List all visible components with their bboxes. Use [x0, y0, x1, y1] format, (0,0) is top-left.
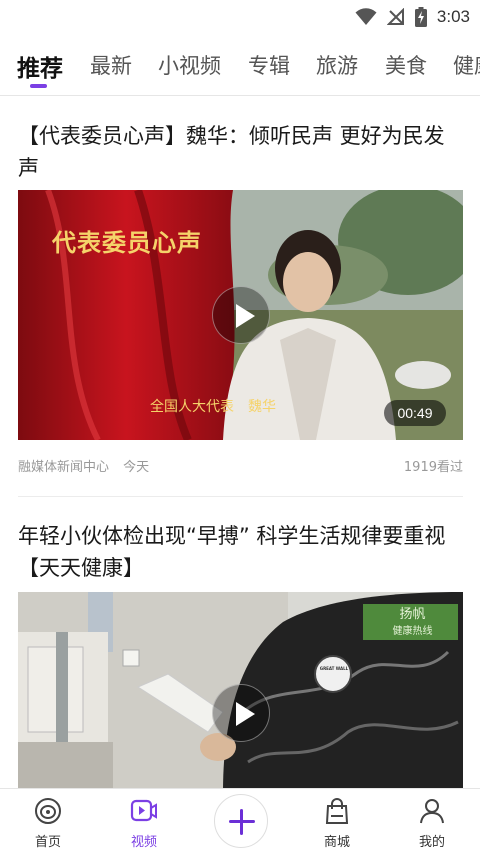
status-bar: 3:03	[0, 0, 480, 34]
category-tabs: 推荐 最新 小视频 专辑 旅游 美食 健康	[0, 40, 480, 92]
shopping-bag-icon	[325, 798, 349, 824]
tab-latest[interactable]: 最新	[90, 50, 132, 80]
video-source: 融媒体新闻中心	[18, 460, 110, 475]
home-icon	[35, 798, 61, 824]
tab-short-video[interactable]: 小视频	[158, 50, 221, 80]
video-feed[interactable]: 【代表委员心声】魏华：倾听民声 更好为民发声 代表委员心声 全国人大代表 魏华 …	[0, 96, 480, 788]
channel-logo: 扬帆 健康热线	[370, 607, 455, 640]
nav-label: 我的	[418, 835, 445, 850]
nav-label: 首页	[34, 835, 61, 850]
tab-food[interactable]: 美食	[385, 50, 427, 80]
play-button[interactable]	[212, 286, 270, 344]
overlay-heading: 代表委员心声	[52, 228, 202, 257]
video-title[interactable]: 年轻小伙体检出现“早搏” 科学生活规律要重视【天天健康】	[18, 520, 464, 584]
wifi-icon	[355, 8, 377, 25]
channel-logo-name: 扬帆	[399, 607, 426, 622]
nav-label: 视频	[130, 835, 157, 850]
nav-video[interactable]: 视频	[104, 789, 184, 853]
tab-health[interactable]: 健康	[453, 50, 480, 80]
nav-home[interactable]: 首页	[8, 789, 88, 853]
nav-mall[interactable]: 商城	[297, 789, 377, 853]
nav-label: 商城	[323, 835, 350, 850]
status-time: 3:03	[436, 7, 470, 26]
video-time: 今天	[123, 460, 150, 475]
video-meta: 融媒体新闻中心 今天 1919看过	[18, 456, 463, 475]
tab-travel[interactable]: 旅游	[316, 50, 358, 80]
video-thumbnail[interactable]: 代表委员心声 全国人大代表 魏华 00:49	[18, 190, 463, 440]
video-icon	[130, 799, 157, 822]
battery-charging-icon	[414, 7, 427, 27]
tab-recommend[interactable]: 推荐	[17, 49, 63, 83]
profile-icon	[420, 799, 444, 824]
status-icons: 3:03	[355, 6, 470, 28]
play-button[interactable]	[212, 684, 270, 742]
card-divider	[18, 496, 463, 497]
no-signal-icon	[386, 8, 404, 25]
tab-album[interactable]: 专辑	[248, 50, 290, 80]
publish-button[interactable]	[214, 794, 268, 848]
video-thumbnail[interactable]: 扬帆 健康热线 GREAT WALL	[18, 592, 463, 788]
nav-profile[interactable]: 我的	[392, 789, 472, 853]
view-count: 1919看过	[403, 460, 463, 475]
active-tab-indicator	[30, 84, 47, 88]
video-duration: 00:49	[384, 400, 446, 426]
shirt-badge-text: GREAT WALL	[319, 666, 349, 671]
channel-logo-sub: 健康热线	[392, 626, 433, 637]
overlay-caption: 全国人大代表 魏华	[150, 399, 276, 415]
video-title[interactable]: 【代表委员心声】魏华：倾听民声 更好为民发声	[18, 120, 464, 184]
